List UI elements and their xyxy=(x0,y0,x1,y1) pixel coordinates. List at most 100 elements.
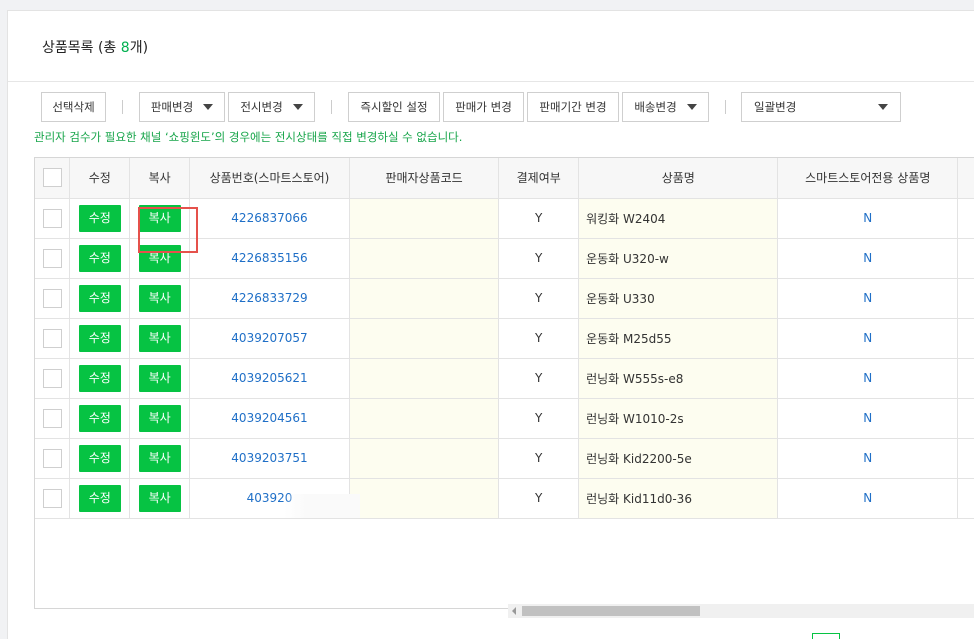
header-product-no[interactable]: 상품번호(스마트스토어) xyxy=(189,158,350,199)
row-checkbox-cell xyxy=(35,438,71,479)
product-no-link[interactable]: 4039203751 xyxy=(231,451,307,465)
edit-button[interactable]: 수정 xyxy=(78,244,121,272)
row-checkbox-cell xyxy=(35,358,71,399)
row-checkbox[interactable] xyxy=(42,488,62,508)
bulk-change-select[interactable]: 일괄변경 xyxy=(741,92,901,122)
payment-cell: Y xyxy=(498,318,580,359)
product-name-cell: 워킹화 W2404 xyxy=(578,198,779,239)
row-checkbox[interactable] xyxy=(42,248,62,268)
header-store-name[interactable]: 스마트스토어전용 상품명 xyxy=(777,158,959,199)
copy-button-highlight xyxy=(138,207,198,253)
product-name-cell: 런닝화 W1010-2s xyxy=(578,398,779,439)
edit-button[interactable]: 수정 xyxy=(78,204,121,232)
toolbar-divider xyxy=(725,100,726,114)
seller-code-cell xyxy=(349,398,500,439)
payment-cell: Y xyxy=(498,238,580,279)
sale-change-dropdown[interactable]: 판매변경 xyxy=(139,92,225,122)
row-checkbox-cell xyxy=(35,478,71,519)
payment-cell: Y xyxy=(498,278,580,319)
instant-discount-label: 즉시할인 설정 xyxy=(360,100,428,114)
store-name-cell: N xyxy=(777,478,959,519)
copy-button[interactable]: 복사 xyxy=(138,444,181,472)
header-payment[interactable]: 결제여부 xyxy=(498,158,580,199)
price-change-label: 판매가 변경 xyxy=(455,100,512,114)
product-no-link[interactable]: 4039207057 xyxy=(231,331,307,345)
copy-button[interactable]: 복사 xyxy=(138,484,181,512)
product-no-link[interactable]: 4039204561 xyxy=(231,411,307,425)
row-checkbox[interactable] xyxy=(42,448,62,468)
copy-button[interactable]: 복사 xyxy=(138,324,181,352)
product-no-link[interactable]: 4039205621 xyxy=(231,371,307,385)
store-name-flag: N xyxy=(863,411,873,425)
row-checkbox[interactable] xyxy=(42,208,62,228)
edit-cell: 수정 xyxy=(69,478,131,519)
store-name-flag: N xyxy=(863,451,873,465)
redacted-area xyxy=(284,494,360,518)
edit-cell: 수정 xyxy=(69,238,131,279)
chevron-down-icon xyxy=(878,104,888,110)
instant-discount-button[interactable]: 즉시할인 설정 xyxy=(348,92,440,122)
copy-button[interactable]: 복사 xyxy=(138,364,181,392)
store-name-flag: N xyxy=(863,251,873,265)
chevron-down-icon xyxy=(292,104,303,110)
row-checkbox[interactable] xyxy=(42,368,62,388)
product-name-cell: 운동화 U330 xyxy=(578,278,779,319)
edit-button[interactable]: 수정 xyxy=(78,364,121,392)
select-all-cell xyxy=(35,158,71,199)
copy-cell: 복사 xyxy=(129,318,191,359)
chevron-down-icon xyxy=(203,104,214,110)
pagination-current[interactable] xyxy=(812,633,840,639)
product-no-cell: 4039207057 xyxy=(189,318,350,359)
payment-cell: Y xyxy=(498,438,580,479)
edit-button[interactable]: 수정 xyxy=(78,404,121,432)
row-checkbox[interactable] xyxy=(42,288,62,308)
period-change-button[interactable]: 판매기간 변경 xyxy=(527,92,619,122)
copy-cell: 복사 xyxy=(129,438,191,479)
seller-code-cell xyxy=(349,318,500,359)
copy-button[interactable]: 복사 xyxy=(138,284,181,312)
edit-button[interactable]: 수정 xyxy=(78,444,121,472)
product-no-link[interactable]: 4226837066 xyxy=(231,211,307,225)
chevron-down-icon xyxy=(686,104,697,110)
row-checkbox[interactable] xyxy=(42,328,62,348)
store-name-cell: N xyxy=(777,358,959,399)
horizontal-scrollbar[interactable] xyxy=(508,604,974,618)
shipping-change-label: 배송변경 xyxy=(634,100,677,114)
header-seller-code[interactable]: 판매자상품코드 xyxy=(349,158,500,199)
display-change-dropdown[interactable]: 전시변경 xyxy=(228,92,315,122)
table-row: 수정 복사 4039204561 Y 런닝화 W1010-2s N xyxy=(35,398,974,439)
header-product-name[interactable]: 상품명 xyxy=(578,158,779,199)
edit-cell: 수정 xyxy=(69,318,131,359)
header-copy: 복사 xyxy=(129,158,191,199)
edit-button[interactable]: 수정 xyxy=(78,324,121,352)
scroll-left-icon[interactable] xyxy=(512,607,516,615)
scrollbar-thumb[interactable] xyxy=(522,606,700,616)
store-name-cell: N xyxy=(777,238,959,279)
copy-cell: 복사 xyxy=(129,398,191,439)
edit-cell: 수정 xyxy=(69,198,131,239)
overflow-cell xyxy=(957,198,974,239)
product-no-link[interactable]: 4226835156 xyxy=(231,251,307,265)
edit-cell: 수정 xyxy=(69,278,131,319)
store-name-cell: N xyxy=(777,318,959,359)
overflow-cell xyxy=(957,278,974,319)
table-row: 수정 복사 4039203751 Y 런닝화 Kid2200-5e N xyxy=(35,438,974,479)
row-checkbox-cell xyxy=(35,238,71,279)
bulk-change-label: 일괄변경 xyxy=(754,100,797,114)
store-name-flag: N xyxy=(863,211,873,225)
shipping-change-dropdown[interactable]: 배송변경 xyxy=(622,92,709,122)
copy-button[interactable]: 복사 xyxy=(138,404,181,432)
toolbar-divider xyxy=(122,100,123,114)
copy-cell: 복사 xyxy=(129,478,191,519)
edit-button[interactable]: 수정 xyxy=(78,484,121,512)
product-no-link[interactable]: 4226833729 xyxy=(231,291,307,305)
select-all-checkbox[interactable] xyxy=(42,168,62,188)
row-checkbox[interactable] xyxy=(42,408,62,428)
delete-selected-button[interactable]: 선택삭제 xyxy=(41,92,106,122)
copy-cell: 복사 xyxy=(129,358,191,399)
product-no-cell: 4039204561 xyxy=(189,398,350,439)
price-change-button[interactable]: 판매가 변경 xyxy=(443,92,524,122)
sale-change-label: 판매변경 xyxy=(150,100,194,114)
edit-button[interactable]: 수정 xyxy=(78,284,121,312)
store-name-flag: N xyxy=(863,291,873,305)
